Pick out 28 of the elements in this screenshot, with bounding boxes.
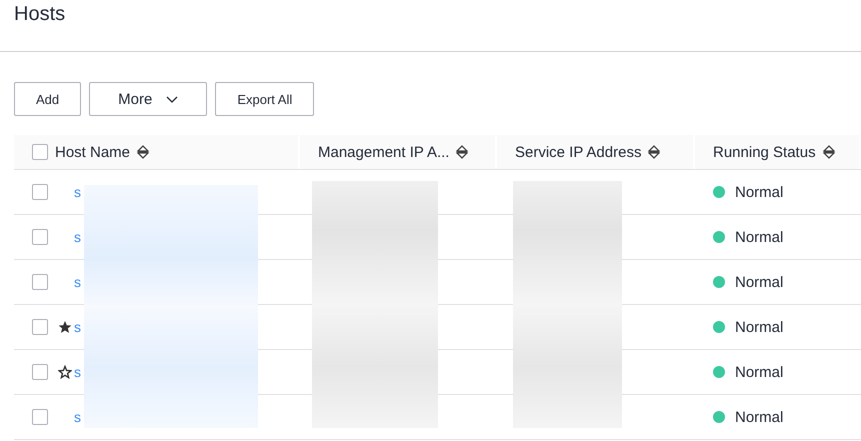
more-button[interactable]: More [89, 82, 208, 116]
row-checkbox[interactable] [32, 364, 48, 380]
sort-icon[interactable] [822, 145, 835, 159]
row-checkbox[interactable] [32, 409, 48, 425]
row-checkbox[interactable] [32, 229, 48, 245]
row-checkbox[interactable] [32, 274, 48, 290]
row-checkbox[interactable] [32, 184, 48, 200]
star-outline-icon[interactable] [58, 365, 72, 379]
sort-icon[interactable] [648, 145, 660, 159]
star-icon[interactable] [58, 320, 72, 334]
status-text: Normal [735, 184, 784, 200]
page-title: Hosts [13, 2, 66, 27]
status-text: Normal [735, 364, 784, 380]
sort-icon[interactable] [456, 145, 468, 159]
select-all-checkbox[interactable] [32, 144, 48, 160]
status-text: Normal [735, 408, 784, 426]
chevron-down-icon [166, 96, 178, 102]
row-checkbox[interactable] [32, 319, 48, 335]
toolbar-button[interactable]: Add [14, 82, 82, 116]
column-header[interactable]: Running Status [713, 144, 816, 160]
toolbar-button[interactable]: Export All [215, 82, 314, 116]
status-text: Normal [735, 274, 784, 290]
column-header[interactable]: Service IP Address [515, 144, 642, 160]
status-text: Normal [735, 228, 784, 246]
column-header[interactable]: Management IP A... [318, 144, 450, 160]
status-text: Normal [735, 318, 784, 336]
column-header[interactable]: Host Name [55, 144, 130, 160]
sort-icon[interactable] [137, 145, 150, 159]
